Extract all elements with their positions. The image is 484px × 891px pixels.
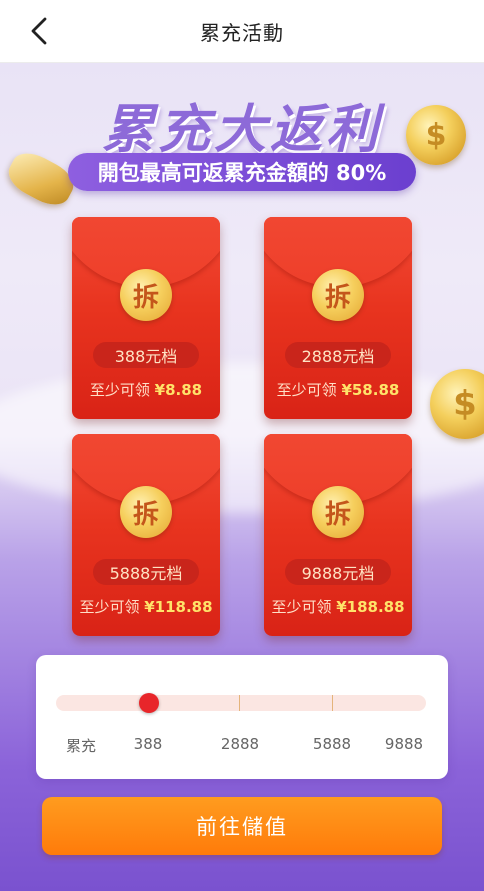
tier-label: 5888元档 xyxy=(93,559,199,585)
reward-prefix: 至少可领 xyxy=(79,598,145,616)
chevron-left-icon-svg xyxy=(31,17,47,45)
red-envelope-388[interactable]: 拆 388元档 至少可领 ¥8.88 xyxy=(72,217,220,419)
tier-label: 2888元档 xyxy=(285,342,391,368)
progress-track[interactable] xyxy=(56,693,426,713)
banner-subtitle: 開包最高可返累充金額的 80% xyxy=(68,153,416,191)
milestone-tick xyxy=(239,695,240,711)
open-seal-icon[interactable]: 拆 xyxy=(312,486,364,538)
tier-label: 9888元档 xyxy=(285,559,391,585)
reward-text: 至少可领 ¥58.88 xyxy=(264,379,412,400)
progress-label: 累充 xyxy=(66,737,97,755)
open-seal-icon[interactable]: 拆 xyxy=(312,269,364,321)
reward-amount: ¥188.88 xyxy=(336,598,405,616)
chevron-left-icon[interactable] xyxy=(24,14,54,48)
open-seal-icon[interactable]: 拆 xyxy=(120,486,172,538)
recharge-progress-card: 累充 388 2888 5888 9888 xyxy=(36,655,448,779)
reward-amount: ¥118.88 xyxy=(144,598,213,616)
page-title: 累充活動 xyxy=(200,20,284,45)
seal-label: 拆 xyxy=(132,499,159,530)
seal-label: 拆 xyxy=(132,282,159,313)
open-seal-icon[interactable]: 拆 xyxy=(120,269,172,321)
seal-label: 拆 xyxy=(324,282,351,313)
red-envelope-9888[interactable]: 拆 9888元档 至少可领 ¥188.88 xyxy=(264,434,412,636)
top-nav-bar: 累充活動 xyxy=(0,0,484,63)
milestone-label: 2888 xyxy=(220,735,260,753)
tier-label: 388元档 xyxy=(93,342,199,368)
reward-text: 至少可领 ¥118.88 xyxy=(72,596,220,617)
reward-amount: ¥8.88 xyxy=(154,381,203,399)
red-envelope-5888[interactable]: 拆 5888元档 至少可领 ¥118.88 xyxy=(72,434,220,636)
reward-prefix: 至少可领 xyxy=(271,598,337,616)
milestone-label: 9888 xyxy=(384,735,424,753)
reward-amount: ¥58.88 xyxy=(341,381,400,399)
activity-main: $ $ 累充大返利 開包最高可返累充金額的 80% 拆 388元档 至少可领 ¥… xyxy=(0,63,484,891)
go-recharge-button[interactable]: 前往儲值 xyxy=(42,797,442,855)
milestone-label: 5888 xyxy=(312,735,352,753)
reward-text: 至少可领 ¥8.88 xyxy=(72,379,220,400)
progress-knob[interactable] xyxy=(139,693,159,713)
reward-prefix: 至少可领 xyxy=(89,381,155,399)
red-envelope-2888[interactable]: 拆 2888元档 至少可领 ¥58.88 xyxy=(264,217,412,419)
milestone-label: 388 xyxy=(133,735,163,753)
reward-prefix: 至少可领 xyxy=(276,381,342,399)
banner-headline: 累充大返利 xyxy=(101,100,382,160)
milestone-tick xyxy=(332,695,333,711)
seal-label: 拆 xyxy=(324,499,351,530)
reward-text: 至少可领 ¥188.88 xyxy=(264,596,412,617)
